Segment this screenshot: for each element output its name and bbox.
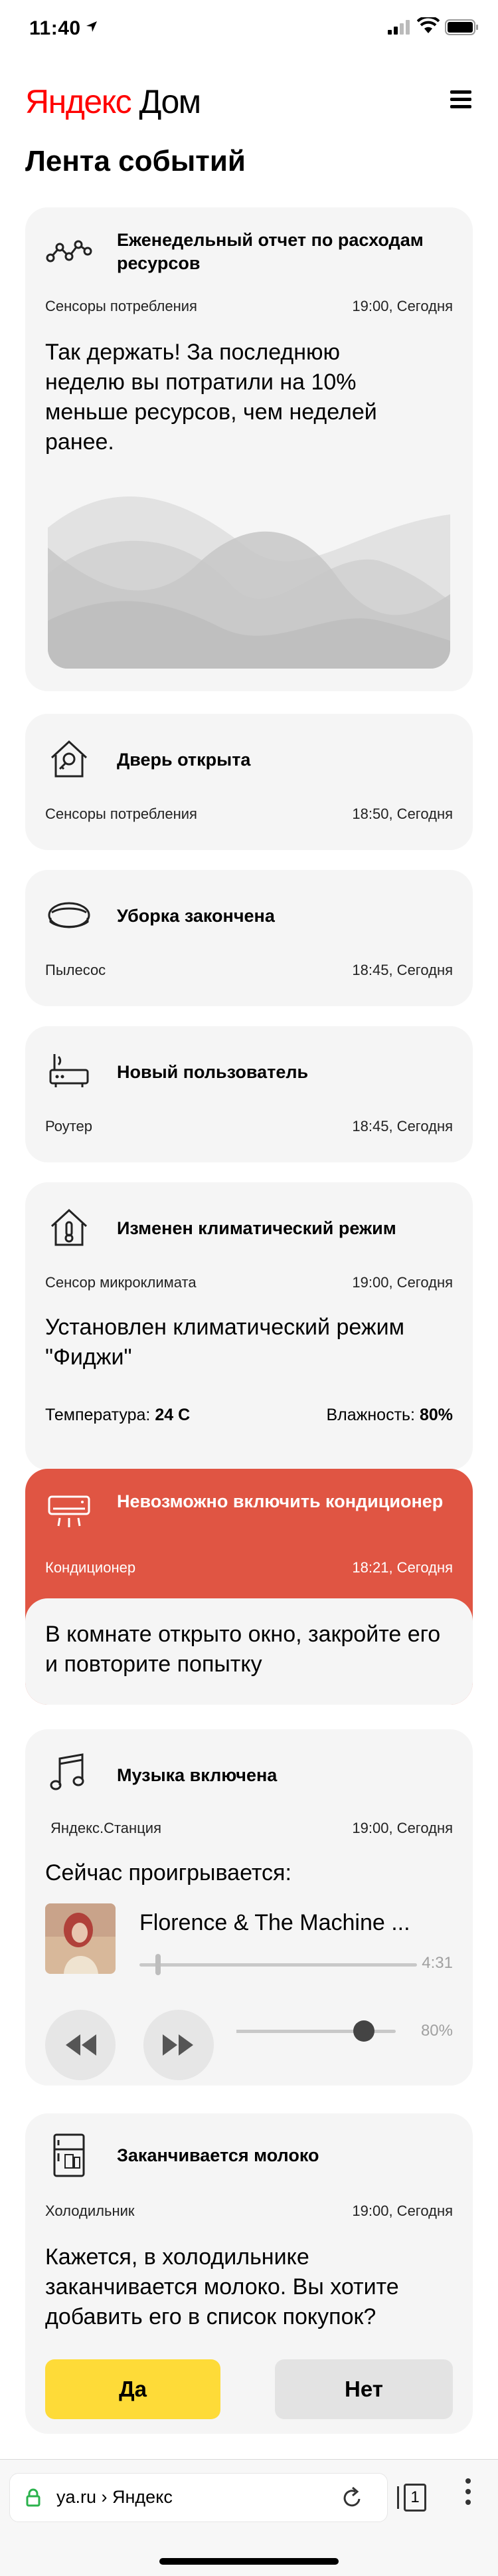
lock-icon <box>26 2488 41 2507</box>
card-body: В комнате открыто окно, закройте его и п… <box>45 1622 441 1677</box>
card-body: Кажется, в холодильнике заканчивается мо… <box>45 2244 399 2329</box>
fast-forward-icon <box>163 2034 193 2056</box>
event-card-weekly-report[interactable]: Еженедельный отчет по расходам ресурсов … <box>25 207 473 691</box>
card-body: Установлен климатический режим "Фиджи" <box>45 1315 405 1370</box>
status-bar: 11:40 <box>0 0 498 58</box>
card-time: 18:50, Сегодня <box>352 805 453 822</box>
music-notes-icon <box>50 1753 84 1790</box>
card-time: 19:00, Сегодня <box>352 298 453 314</box>
card-title: Новый пользователь <box>117 1062 309 1082</box>
track-title: Florence & The Machine ... <box>139 1910 410 1935</box>
robot-vacuum-icon <box>48 902 90 928</box>
track-duration: 4:31 <box>422 1954 453 1972</box>
track-progress-bar[interactable] <box>139 1954 417 1975</box>
card-source: Кондиционер <box>45 1559 136 1576</box>
status-time: 11:40 <box>29 17 81 39</box>
router-icon <box>49 1054 89 1087</box>
card-body: Так держать! За последнюю неделю вы потр… <box>45 340 377 455</box>
page-title: Лента событий <box>25 145 246 177</box>
temperature-readout: Температура: 24 С <box>45 1406 191 1424</box>
card-title: Еженедельный отчет по расходам ресурсов <box>117 230 424 273</box>
no-button[interactable]: Нет <box>275 2359 453 2419</box>
tabs-count: 1 <box>404 2484 426 2512</box>
logo-text-yandex: Яндекс <box>25 83 132 120</box>
card-source: Сенсоры потребления <box>45 805 197 822</box>
resource-usage-wave-graphic <box>48 496 450 669</box>
humidity-readout: Влажность: 80% <box>326 1406 453 1424</box>
progress-knob[interactable] <box>155 1954 161 1975</box>
address-bar[interactable]: ya.ru › Яндекс <box>9 2473 388 2522</box>
event-card-music[interactable]: Музыка включена Яндекс.Станция 19:00, Се… <box>25 1729 473 2086</box>
battery-icon <box>445 19 478 35</box>
tabs-button[interactable]: 1 <box>393 2476 437 2520</box>
card-source: Холодильник <box>45 2202 135 2219</box>
event-card-milk[interactable]: Заканчивается молоко Холодильник 19:00, … <box>25 2113 473 2434</box>
card-time: 19:00, Сегодня <box>352 1820 453 1836</box>
app-header: Яндекс Дом <box>0 73 498 133</box>
yandex-dom-logo[interactable]: Яндекс Дом <box>25 82 201 121</box>
air-conditioner-icon <box>48 1495 90 1527</box>
card-time: 18:45, Сегодня <box>352 962 453 978</box>
reload-icon[interactable] <box>341 2486 363 2510</box>
card-title: Изменен климатический режим <box>117 1218 396 1238</box>
card-title: Уборка закончена <box>117 906 275 926</box>
hamburger-menu-icon[interactable] <box>450 90 471 109</box>
home-indicator <box>159 2558 339 2565</box>
card-source: Сенсоры потребления <box>45 298 197 314</box>
line-chart-icon <box>46 240 92 263</box>
event-card-door[interactable]: Дверь открыта Сенсоры потребления 18:50,… <box>25 714 473 850</box>
event-card-vacuum[interactable]: Уборка закончена Пылесос 18:45, Сегодня <box>25 870 473 1006</box>
fast-forward-button[interactable] <box>143 2010 214 2080</box>
card-source: Пылесос <box>45 962 106 978</box>
yes-button[interactable]: Да <box>45 2359 220 2419</box>
volume-value: 80% <box>420 2022 453 2040</box>
card-source: Яндекс.Станция <box>50 1820 161 1836</box>
event-card-router[interactable]: Новый пользователь Роутер 18:45, Сегодня <box>25 1026 473 1162</box>
more-options-icon[interactable] <box>458 2478 478 2518</box>
volume-knob[interactable] <box>353 2020 374 2042</box>
error-message-panel: В комнате открыто окно, закройте его и п… <box>25 1598 473 1705</box>
cellular-signal-icon <box>388 20 410 35</box>
volume-slider[interactable] <box>236 2020 396 2042</box>
now-playing-label: Сейчас проигрывается: <box>45 1860 291 1885</box>
album-cover-image <box>45 1903 116 1974</box>
house-key-icon <box>50 740 88 778</box>
url-text: ya.ru › Яндекс <box>56 2487 173 2507</box>
house-thermometer-icon <box>50 1208 88 1246</box>
card-source: Сенсор микроклимата <box>45 1274 197 1291</box>
rewind-icon <box>66 2034 96 2056</box>
event-card-climate[interactable]: Изменен климатический режим Сенсор микро… <box>25 1182 473 1470</box>
event-card-ac-error[interactable]: Невозможно включить кондиционер Кондицио… <box>25 1469 473 1705</box>
card-title: Дверь открыта <box>117 750 251 770</box>
fridge-icon <box>53 2133 85 2177</box>
card-title: Музыка включена <box>117 1765 278 1785</box>
card-time: 19:00, Сегодня <box>352 2202 453 2219</box>
card-time: 18:45, Сегодня <box>352 1118 453 1134</box>
logo-text-dom: Дом <box>139 83 202 120</box>
card-time: 18:21, Сегодня <box>352 1559 453 1576</box>
card-source: Роутер <box>45 1118 92 1134</box>
location-arrow-icon <box>86 21 97 32</box>
rewind-button[interactable] <box>45 2010 116 2080</box>
card-title: Невозможно включить кондиционер <box>117 1491 444 1511</box>
browser-toolbar: ya.ru › Яндекс 1 <box>0 2459 498 2576</box>
wifi-icon <box>417 17 440 33</box>
card-title: Заканчивается молоко <box>117 2145 319 2165</box>
card-time: 19:00, Сегодня <box>352 1274 453 1291</box>
